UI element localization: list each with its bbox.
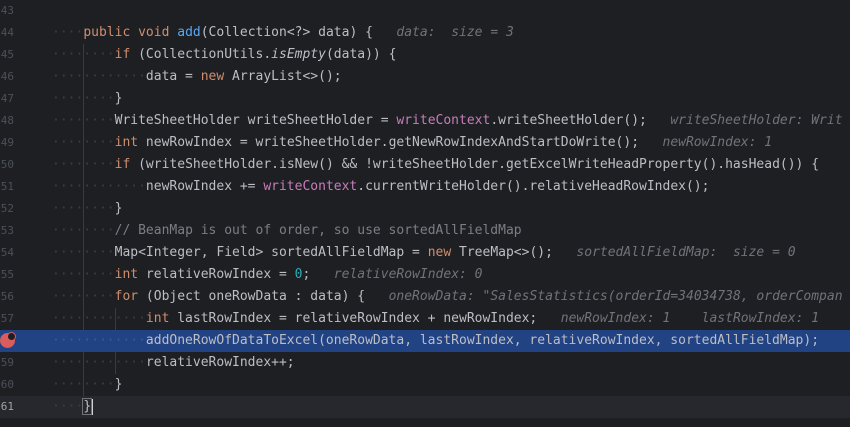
code-line-53[interactable]: 53 ········// BeanMap is out of order, s… [0, 220, 850, 242]
inline-hint: writeSheetHolder: Writ [670, 113, 843, 128]
inline-hint: newRowIndex: 1 [662, 135, 773, 150]
code-text: ········if (CollectionUtils.isEmpty(data… [52, 47, 397, 62]
inline-hint: sortedAllFieldMap: size = 0 [576, 245, 796, 260]
line-number: 44 [0, 26, 14, 39]
line-number: 43 [0, 4, 14, 17]
text-caret [91, 398, 94, 415]
code-line-50[interactable]: 50 ········if (writeSheetHolder.isNew() … [0, 154, 850, 176]
code-editor[interactable]: 43 44 ····public void add(Collection<?> … [0, 0, 850, 427]
code-text: ············int lastRowIndex = relativeR… [52, 311, 820, 326]
line-number: 57 [0, 312, 14, 325]
line-number: 49 [0, 136, 14, 149]
code-text: ········Map<Integer, Field> sortedAllFie… [52, 245, 796, 260]
inline-hint: oneRowData: "SalesStatistics(orderId=340… [388, 289, 843, 304]
line-number: 45 [0, 48, 14, 61]
code-text: ········int newRowIndex = writeSheetHold… [52, 135, 773, 150]
code-line-59[interactable]: 59 ············relativeRowIndex++; [0, 352, 850, 374]
code-line-51[interactable]: 51 ············newRowIndex += writeConte… [0, 176, 850, 198]
code-text: ········} [52, 91, 123, 106]
code-text: ········if (writeSheetHolder.isNew() && … [52, 157, 820, 172]
inline-hint: lastRowIndex: 1 [701, 311, 820, 326]
code-text: ············addOneRowOfDataToExcel(oneRo… [52, 333, 820, 348]
line-number: 46 [0, 70, 14, 83]
line-number: 48 [0, 114, 14, 127]
code-line-61[interactable]: 61 ····} [0, 396, 850, 418]
code-line-43[interactable]: 43 [0, 0, 850, 22]
code-line-45[interactable]: 45 ········if (CollectionUtils.isEmpty(d… [0, 44, 850, 66]
code-line-56[interactable]: 56 ········for (Object oneRowData : data… [0, 286, 850, 308]
code-text: ········} [52, 377, 123, 392]
line-number: 54 [0, 246, 14, 259]
code-line-52[interactable]: 52 ········} [0, 198, 850, 220]
line-number: 60 [0, 378, 14, 391]
breakpoint-icon[interactable] [0, 332, 16, 348]
line-number: 47 [0, 92, 14, 105]
line-number: 52 [0, 202, 14, 215]
code-text: ········WriteSheetHolder writeSheetHolde… [52, 113, 843, 128]
line-number: 55 [0, 268, 14, 281]
line-number: 56 [0, 290, 14, 303]
code-text: ········int relativeRowIndex = 0; relati… [52, 267, 483, 282]
inline-hint: relativeRowIndex: 0 [333, 267, 483, 282]
code-text: ········} [52, 201, 123, 216]
code-line-49[interactable]: 49 ········int newRowIndex = writeSheetH… [0, 132, 850, 154]
code-text: ············relativeRowIndex++; [52, 355, 295, 370]
code-text: ····} [52, 398, 94, 415]
code-text: ········for (Object oneRowData : data) {… [52, 289, 843, 304]
code-line-60[interactable]: 60 ········} [0, 374, 850, 396]
inline-hint: data: size = 3 [396, 25, 514, 40]
line-number: 50 [0, 158, 14, 171]
code-text: ············newRowIndex += writeContext.… [52, 179, 710, 194]
line-number: 51 [0, 180, 14, 193]
code-line-47[interactable]: 47 ········} [0, 88, 850, 110]
line-number: 61 [0, 400, 14, 413]
code-text: ····public void add(Collection<?> data) … [52, 25, 514, 40]
code-line-48[interactable]: 48 ········WriteSheetHolder writeSheetHo… [0, 110, 850, 132]
inline-hint: newRowIndex: 1 [560, 311, 671, 326]
code-comment: // BeanMap is out of order, so use sorte… [114, 223, 522, 238]
code-line-58-execution-point[interactable]: ············addOneRowOfDataToExcel(oneRo… [0, 330, 850, 352]
code-text: ············data = new ArrayList<>(); [52, 69, 342, 84]
line-number: 53 [0, 224, 14, 237]
code-line-44[interactable]: 44 ····public void add(Collection<?> dat… [0, 22, 850, 44]
line-number: 59 [0, 356, 14, 369]
code-text: ········// BeanMap is out of order, so u… [52, 223, 522, 238]
code-line-57[interactable]: 57 ············int lastRowIndex = relati… [0, 308, 850, 330]
code-line-54[interactable]: 54 ········Map<Integer, Field> sortedAll… [0, 242, 850, 264]
code-line-46[interactable]: 46 ············data = new ArrayList<>(); [0, 66, 850, 88]
code-line-55[interactable]: 55 ········int relativeRowIndex = 0; rel… [0, 264, 850, 286]
